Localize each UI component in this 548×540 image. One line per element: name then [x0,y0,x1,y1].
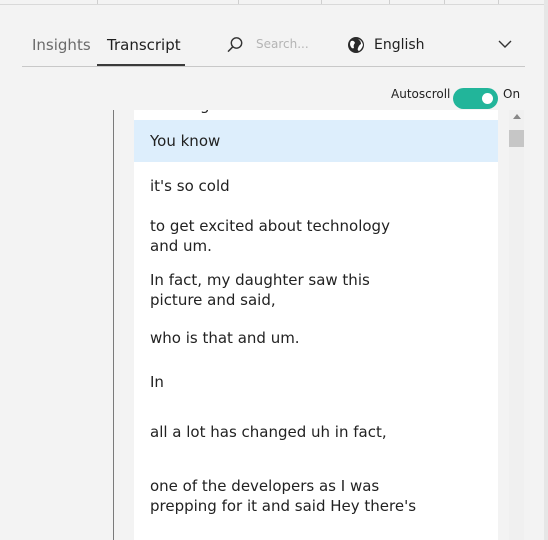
active-tab-indicator [97,64,185,66]
segment-text: In fact, my daughter saw this picture an… [150,271,370,309]
segment-text: it's so cold [150,177,230,195]
transcript-segment[interactable]: one of the developers as I was prepping … [134,472,498,518]
top-divider [444,0,445,4]
top-divider [498,0,499,4]
transcript-panel: working You know it's so cold to get exc… [134,110,498,540]
transcript-segment[interactable]: it's so cold [134,172,498,200]
toggle-knob [482,93,493,104]
transcript-segment[interactable]: In fact, my daughter saw this picture an… [134,266,498,312]
top-divider [238,0,239,4]
globe-icon [348,37,364,53]
tab-transcript[interactable]: Transcript [107,36,181,54]
top-divider [321,0,322,4]
window-edge [544,0,548,540]
segment-text: You know [150,132,221,150]
top-strip [0,0,548,5]
autoscroll-label: Autoscroll [391,87,451,101]
transcript-segment[interactable]: You know [134,120,498,162]
transcript-segment[interactable]: who is that and um. [134,324,498,352]
language-label: English [374,37,425,53]
scrollbar[interactable] [509,110,524,540]
autoscroll-toggle[interactable] [453,88,498,109]
scroll-up-arrow[interactable] [513,114,521,119]
transcript-segment[interactable]: In [134,368,498,396]
search-icon [227,37,243,53]
transcript-segment[interactable]: to get excited about technology and um. [134,212,498,258]
chevron-down-icon[interactable] [498,40,512,49]
transcript-segment[interactable]: all a lot has changed uh in fact, [134,418,498,446]
autoscroll-state: On [503,87,521,101]
segment-text: who is that and um. [150,329,300,347]
segment-text: In [150,373,164,391]
segment-text: all a lot has changed uh in fact, [150,423,387,441]
timeline-line [113,110,114,540]
top-divider [389,0,390,4]
segment-text: to get excited about technology and um. [150,217,390,255]
top-divider [97,0,98,4]
tab-insights[interactable]: Insights [32,36,91,54]
segment-text: one of the developers as I was prepping … [150,477,417,515]
partial-segment-text: working [150,110,210,114]
search-input[interactable] [256,34,326,54]
scrollbar-thumb[interactable] [509,130,524,147]
